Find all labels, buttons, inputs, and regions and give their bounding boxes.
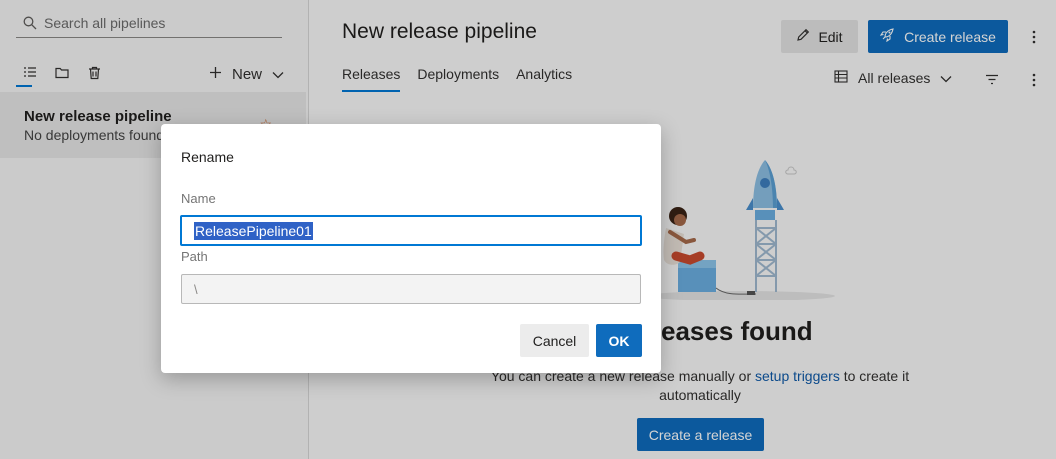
rename-dialog: Rename Name ReleasePipeline01 Path \ Can… <box>161 124 661 373</box>
cancel-button[interactable]: Cancel <box>520 324 589 357</box>
path-label: Path <box>181 249 208 264</box>
path-input-value: \ <box>194 281 198 297</box>
name-label: Name <box>181 191 216 206</box>
ok-button[interactable]: OK <box>596 324 642 357</box>
name-input[interactable]: ReleasePipeline01 <box>180 215 642 246</box>
name-input-value: ReleasePipeline01 <box>194 221 313 240</box>
path-input[interactable]: \ <box>181 274 641 304</box>
dialog-title: Rename <box>181 149 234 165</box>
